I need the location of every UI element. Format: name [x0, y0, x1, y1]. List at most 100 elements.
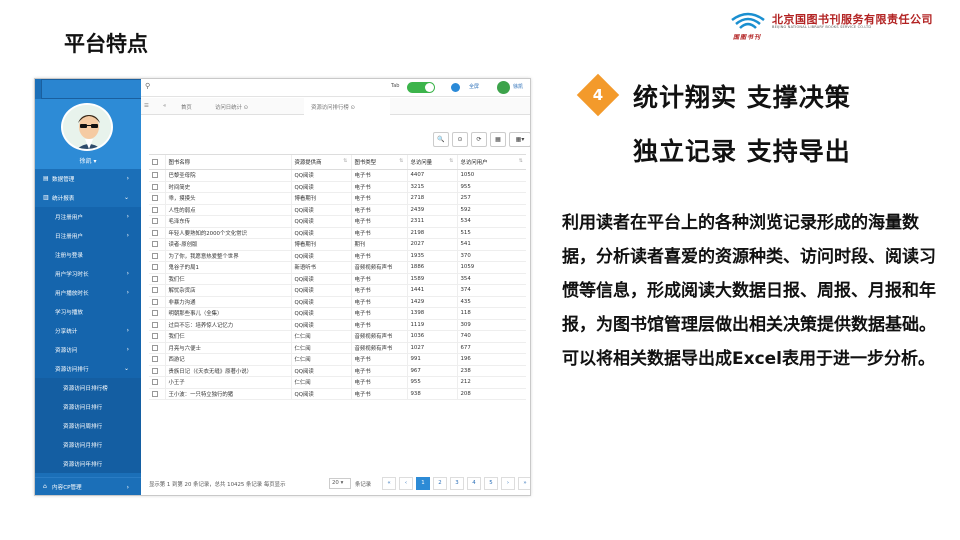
sidebar-item-2[interactable]: 月注册用户 › — [35, 207, 141, 226]
page-button[interactable]: » — [518, 477, 530, 490]
row-checkbox[interactable] — [149, 215, 165, 228]
sidebar-item-13[interactable]: 资源访问周排行 — [35, 416, 141, 435]
sidebar-item-8[interactable]: 分享统计 › — [35, 321, 141, 340]
table-row[interactable]: 月亮与六便士 仁仁阅 音频视频有声书 1027 677 — [149, 342, 526, 354]
row-checkbox[interactable] — [149, 376, 165, 389]
column-header-total-users[interactable]: 总访问用户 ⇅ — [456, 154, 526, 170]
chevron-right-icon: › — [126, 232, 129, 239]
row-checkbox[interactable] — [149, 169, 165, 182]
username[interactable]: 徐凯 ▾ — [35, 156, 141, 165]
page-button[interactable]: 1 — [416, 477, 430, 490]
toggle-icon[interactable]: ⊙ — [452, 132, 468, 147]
sidebar-item-14[interactable]: 资源访问月排行 — [35, 435, 141, 454]
row-checkbox[interactable] — [149, 284, 165, 297]
sidebar-item-3[interactable]: 日注册用户 › — [35, 226, 141, 245]
sidebar-item-7[interactable]: 学习与播放 — [35, 302, 141, 321]
table-row[interactable]: 人性的弱点 QQ阅读 电子书 2439 592 — [149, 204, 526, 216]
table-row[interactable]: 乖，摸摸头 博看期刊 电子书 2718 257 — [149, 192, 526, 205]
fullscreen-button[interactable]: 全屏 — [469, 83, 479, 90]
columns-icon[interactable]: ▦▾ — [509, 132, 530, 147]
table-row[interactable]: 读者-原创版 博看期刊 期刊 2027 541 — [149, 238, 526, 251]
table-row[interactable]: 年轻人要熟知的2000个文化常识 QQ阅读 电子书 2198 515 — [149, 227, 526, 239]
table-row[interactable]: 王小波：一只特立独行的猪 QQ阅读 电子书 938 208 — [149, 388, 526, 400]
sidebar-header-bar — [41, 79, 146, 99]
sidebar-item-5[interactable]: 用户学习时长 › — [35, 264, 141, 283]
menu-toggle-icon[interactable]: ☰ — [144, 103, 149, 109]
sidebar-item-4[interactable]: 注册与登录 — [35, 245, 141, 264]
select-all-checkbox[interactable] — [149, 154, 165, 170]
tab-daily-visits[interactable]: 访问日统计 ⊙ — [215, 103, 248, 111]
table-row[interactable]: 时间简史 QQ阅读 电子书 3215 955 — [149, 181, 526, 193]
topbar-username[interactable]: 徐凯 — [513, 83, 523, 90]
table-row[interactable]: 小王子 仁仁阅 电子书 955 212 — [149, 376, 526, 389]
column-header-title[interactable]: 图书名称 — [164, 154, 291, 170]
table-row[interactable]: 鬼谷子的局1 新语听书 音频视频有声书 1886 1059 — [149, 261, 526, 274]
sidebar-item-11[interactable]: 资源访问日排行榜 — [35, 378, 141, 397]
column-header-total-visits[interactable]: 总访问量 ⇅ — [406, 154, 457, 170]
sidebar-item-9[interactable]: 资源访问 › — [35, 340, 141, 359]
sidebar-item-15[interactable]: 资源访问年排行 — [35, 454, 141, 473]
table-cell: QQ阅读 — [290, 388, 351, 400]
sidebar-item-1[interactable]: ▥ 统计报表 ⌄ — [35, 188, 141, 207]
table-row[interactable]: 非暴力沟通 QQ阅读 电子书 1429 435 — [149, 296, 526, 308]
row-checkbox[interactable] — [149, 307, 165, 320]
row-checkbox[interactable] — [149, 319, 165, 331]
table-row[interactable]: 为了你，我愿意热爱整个世界 QQ阅读 电子书 1935 370 — [149, 250, 526, 262]
sidebar-item-cp-management[interactable]: ⌂ 内容CP管理 › — [35, 477, 141, 495]
user-avatar-mini[interactable] — [497, 81, 510, 94]
table-cell: 西游记 — [164, 353, 291, 366]
row-checkbox[interactable] — [149, 273, 165, 285]
row-checkbox[interactable] — [149, 238, 165, 251]
row-checkbox[interactable] — [149, 204, 165, 216]
page-button[interactable]: 2 — [433, 477, 447, 490]
app-screenshot: 徐凯 ▾ ▤ 数据管理 › ▥ 统计报表 ⌄ 月注册用户 › 日注册用户 › 注册与登录 用户学习时长… — [34, 78, 531, 496]
row-checkbox[interactable] — [149, 388, 165, 400]
table-row[interactable]: 解忧杂货店 QQ阅读 电子书 1441 374 — [149, 284, 526, 297]
column-header-provider[interactable]: 资源提供商 ⇅ — [290, 154, 351, 170]
row-checkbox[interactable] — [149, 296, 165, 308]
menu-icon: ▤ — [43, 174, 49, 182]
row-checkbox[interactable] — [149, 181, 165, 193]
table-row[interactable]: 我们仨 仁仁阅 音频视频有声书 1036 740 — [149, 330, 526, 343]
row-checkbox[interactable] — [149, 227, 165, 239]
page-button[interactable]: ‹ — [399, 477, 413, 490]
table-cell: 515 — [456, 227, 526, 239]
row-checkbox[interactable] — [149, 342, 165, 354]
tab-prev-icon[interactable]: « — [163, 103, 166, 109]
card-view-icon[interactable]: ▦ — [490, 132, 506, 147]
table-row[interactable]: 过目不忘：培养惊人记忆力 QQ阅读 电子书 1119 309 — [149, 319, 526, 331]
tab-mode-toggle[interactable] — [407, 82, 435, 93]
notification-icon[interactable] — [451, 83, 460, 92]
table-row[interactable]: 毛泽东传 QQ阅读 电子书 2311 534 — [149, 215, 526, 228]
tab-resource-ranking[interactable]: 资源访问排行榜 ⊙ — [311, 103, 355, 111]
row-checkbox[interactable] — [149, 192, 165, 205]
sidebar-item-10[interactable]: 资源访问排行 ⌄ — [35, 359, 141, 378]
row-checkbox[interactable] — [149, 353, 165, 366]
page-size-select[interactable]: 20 ▾ — [329, 478, 351, 489]
row-checkbox[interactable] — [149, 330, 165, 343]
refresh-icon[interactable]: ⟳ — [471, 132, 487, 147]
page-button[interactable]: 4 — [467, 477, 481, 490]
table-row[interactable]: 巴黎圣母院 QQ阅读 电子书 4407 1050 — [149, 169, 526, 182]
table-row[interactable]: 贵族日记（《天衣无缝》原著小说） QQ阅读 电子书 967 238 — [149, 365, 526, 377]
row-checkbox[interactable] — [149, 250, 165, 262]
page-button[interactable]: « — [382, 477, 396, 490]
sidebar-item-12[interactable]: 资源访问日排行 — [35, 397, 141, 416]
row-checkbox[interactable] — [149, 261, 165, 274]
avatar[interactable] — [61, 103, 113, 151]
search-icon[interactable]: ⚲ — [145, 82, 150, 90]
page-button[interactable]: 3 — [450, 477, 464, 490]
page-button[interactable]: 5 — [484, 477, 498, 490]
page-button[interactable]: › — [501, 477, 515, 490]
column-header-type[interactable]: 图书类型 ⇅ — [350, 154, 407, 170]
table-cell: 电子书 — [350, 307, 407, 320]
search-icon[interactable]: 🔍 — [433, 132, 449, 147]
sidebar-item-0[interactable]: ▤ 数据管理 › — [35, 169, 141, 188]
sidebar-item-6[interactable]: 用户播放时长 › — [35, 283, 141, 302]
table-row[interactable]: 我们仨 QQ阅读 电子书 1589 354 — [149, 273, 526, 285]
table-cell: 时间简史 — [164, 181, 291, 193]
table-row[interactable]: 明朝那些事儿（全集） QQ阅读 电子书 1398 118 — [149, 307, 526, 320]
table-row[interactable]: 西游记 仁仁阅 电子书 991 196 — [149, 353, 526, 366]
tab-home[interactable]: 首页 — [181, 103, 192, 111]
row-checkbox[interactable] — [149, 365, 165, 377]
